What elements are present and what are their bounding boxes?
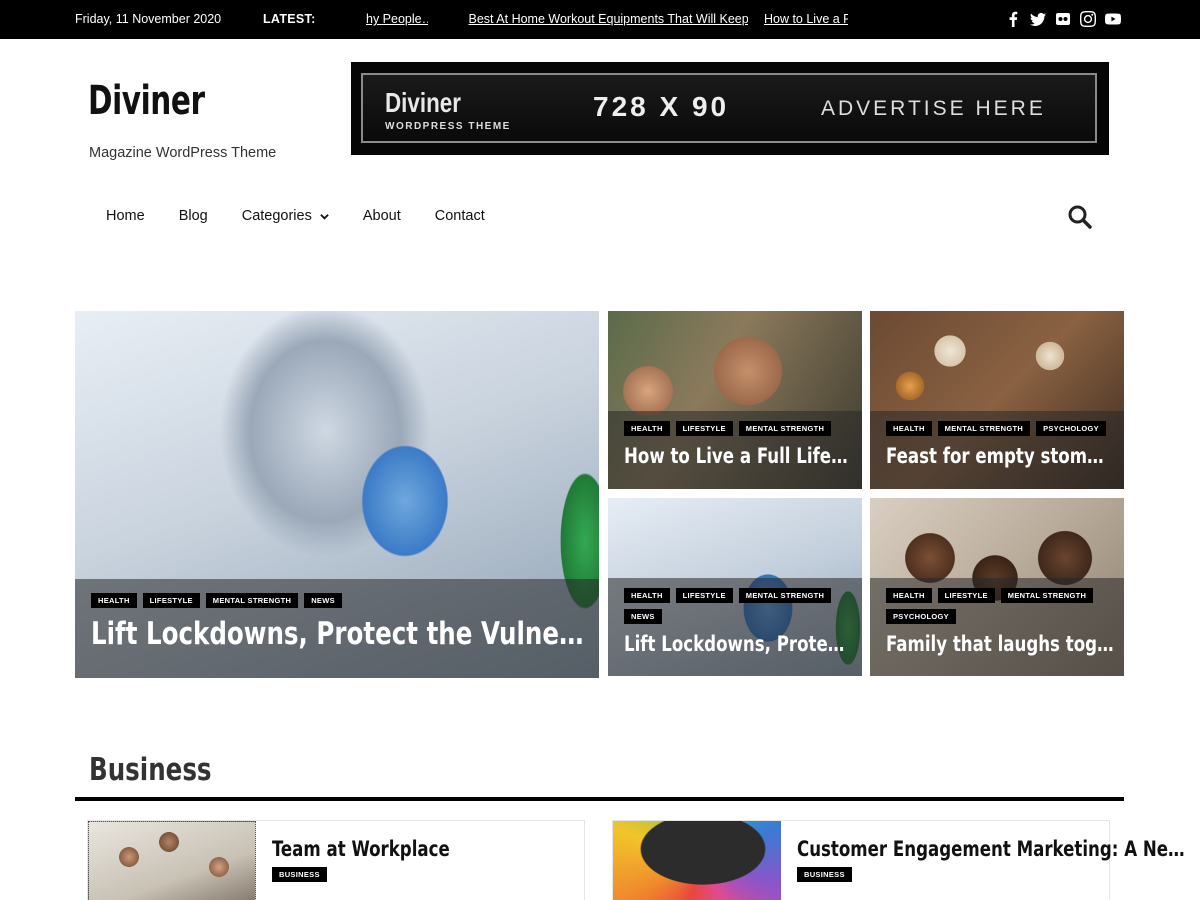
post-overlay: HEALTH LIFESTYLE MENTAL STRENGTH NEWS Li… [608, 578, 862, 676]
latest-label: LATEST: [263, 12, 316, 26]
post-title[interactable]: Lift Lockdowns, Protect the Vulnerable, … [91, 616, 584, 652]
nav-item-home[interactable]: Home [106, 208, 145, 224]
post-overlay: HEALTH LIFESTYLE MENTAL STRENGTH PSYCHOL… [870, 578, 1124, 676]
instagram-icon[interactable] [1079, 10, 1097, 28]
twitter-icon[interactable] [1029, 10, 1047, 28]
post-thumbnail[interactable] [613, 821, 781, 900]
post-tags: HEALTH LIFESTYLE MENTAL STRENGTH NEWS [624, 588, 846, 624]
tag-badge[interactable]: PSYCHOLOGY [1036, 421, 1106, 436]
tag-badge[interactable]: LIFESTYLE [937, 588, 995, 603]
tag-badge[interactable]: LIFESTYLE [675, 588, 733, 603]
chevron-down-icon [320, 213, 329, 220]
post-overlay: HEALTH MENTAL STRENGTH PSYCHOLOGY Feast … [870, 411, 1124, 489]
facebook-icon[interactable] [1004, 10, 1022, 28]
post-title[interactable]: Family that laughs together, [886, 632, 1115, 656]
featured-post[interactable]: HEALTH MENTAL STRENGTH PSYCHOLOGY Feast … [870, 311, 1124, 489]
tag-badge[interactable]: MENTAL STRENGTH [1000, 588, 1094, 603]
featured-post[interactable]: HEALTH LIFESTYLE MENTAL STRENGTH How to … [608, 311, 862, 489]
tag-badge[interactable]: MENTAL STRENGTH [205, 593, 299, 608]
tag-badge[interactable]: MENTAL STRENGTH [738, 421, 832, 436]
social-links [1004, 10, 1122, 28]
tag-badge[interactable]: BUSINESS [797, 867, 852, 882]
tag-badge[interactable]: HEALTH [624, 588, 670, 603]
main-nav: Home Blog Categories About Contact [106, 208, 519, 224]
flickr-icon[interactable] [1054, 10, 1072, 28]
business-post[interactable]: Team at Workplace BUSINESS [87, 820, 585, 900]
ad-banner[interactable]: Diviner WORDPRESS THEME 728 X 90 ADVERTI… [351, 62, 1109, 155]
tag-badge[interactable]: MENTAL STRENGTH [738, 588, 832, 603]
site-title[interactable]: Diviner [88, 78, 205, 124]
tag-badge[interactable]: NEWS [304, 593, 342, 608]
ad-brand: Diviner [385, 87, 461, 118]
tag-badge[interactable]: NEWS [624, 609, 662, 624]
post-title[interactable]: Customer Engagement Marketing: A Ne… [797, 837, 1185, 861]
tag-badge[interactable]: HEALTH [886, 588, 932, 603]
nav-item-label: Categories [241, 208, 312, 224]
post-tags: HEALTH LIFESTYLE MENTAL STRENGTH NEWS [91, 593, 583, 608]
tag-badge[interactable]: PSYCHOLOGY [886, 609, 956, 624]
post-title[interactable]: How to Live a Full Life With N [624, 444, 853, 468]
tag-badge[interactable]: LIFESTYLE [142, 593, 200, 608]
tag-badge[interactable]: BUSINESS [272, 867, 327, 882]
tag-badge[interactable]: LIFESTYLE [675, 421, 733, 436]
site-tagline: Magazine WordPress Theme [89, 145, 277, 161]
tag-badge[interactable]: MENTAL STRENGTH [937, 421, 1031, 436]
section-title: Business [89, 752, 212, 788]
ad-frame: Diviner WORDPRESS THEME 728 X 90 ADVERTI… [361, 73, 1097, 143]
ticker-link[interactable]: Best At Home Workout Equipments That Wil… [468, 12, 748, 26]
ad-cta: ADVERTISE HERE [821, 97, 1046, 120]
top-bar: Friday, 11 November 2020 LATEST: hy Peop… [0, 0, 1200, 39]
tag-badge[interactable]: HEALTH [91, 593, 137, 608]
search-icon[interactable] [1067, 204, 1093, 230]
post-title[interactable]: Team at Workplace [272, 837, 450, 861]
post-overlay: HEALTH LIFESTYLE MENTAL STRENGTH How to … [608, 411, 862, 489]
ticker-link[interactable]: hy People… [366, 12, 428, 26]
section-divider [75, 797, 1124, 801]
post-tags: HEALTH LIFESTYLE MENTAL STRENGTH [624, 421, 846, 436]
ad-subtitle: WORDPRESS THEME [385, 121, 511, 132]
tag-badge[interactable]: HEALTH [886, 421, 932, 436]
post-title[interactable]: Lift Lockdowns, Protect the [624, 632, 853, 656]
featured-main-post[interactable]: HEALTH LIFESTYLE MENTAL STRENGTH NEWS Li… [75, 311, 599, 678]
youtube-icon[interactable] [1104, 10, 1122, 28]
post-tags: HEALTH LIFESTYLE MENTAL STRENGTH PSYCHOL… [886, 588, 1108, 624]
tag-badge[interactable]: HEALTH [624, 421, 670, 436]
ad-size: 728 X 90 [593, 91, 730, 122]
nav-item-contact[interactable]: Contact [435, 208, 485, 224]
post-title[interactable]: Feast for empty stomachs [886, 444, 1115, 468]
business-post[interactable]: Customer Engagement Marketing: A Ne… BUS… [612, 820, 1185, 900]
nav-item-categories[interactable]: Categories [242, 208, 329, 224]
post-tags: HEALTH MENTAL STRENGTH PSYCHOLOGY [886, 421, 1108, 436]
nav-item-blog[interactable]: Blog [179, 208, 208, 224]
post-thumbnail[interactable] [88, 821, 256, 900]
post-overlay: HEALTH LIFESTYLE MENTAL STRENGTH NEWS Li… [75, 579, 599, 678]
nav-item-about[interactable]: About [363, 208, 401, 224]
featured-post[interactable]: HEALTH LIFESTYLE MENTAL STRENGTH NEWS Li… [608, 498, 862, 676]
featured-post[interactable]: HEALTH LIFESTYLE MENTAL STRENGTH PSYCHOL… [870, 498, 1124, 676]
current-date: Friday, 11 November 2020 [75, 12, 222, 26]
news-ticker: hy People… Best At Home Workout Equipmen… [366, 12, 848, 30]
ticker-link[interactable]: How to Live a Fu [764, 12, 848, 26]
